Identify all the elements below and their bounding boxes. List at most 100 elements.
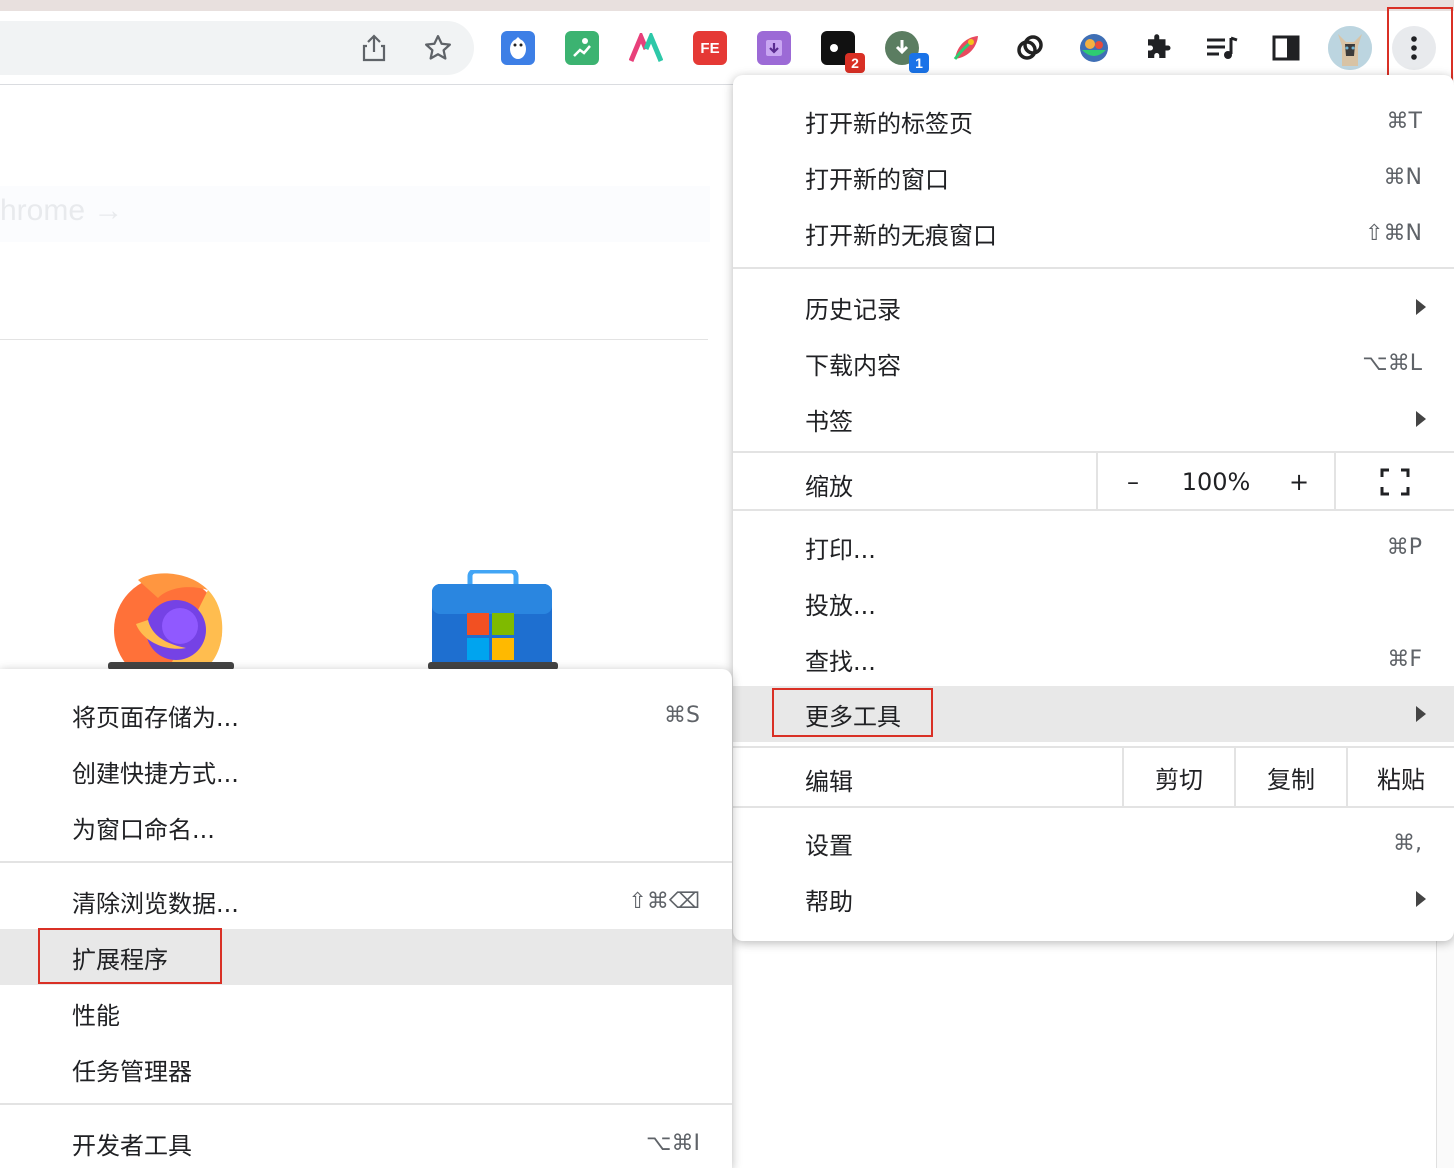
zoom-out-button[interactable]: –: [1098, 453, 1168, 511]
menu-item-new-window[interactable]: 打开新的窗口 ⌘N: [733, 149, 1454, 205]
menu-item-help[interactable]: 帮助: [733, 871, 1454, 927]
fe-extension-label: FE: [700, 39, 720, 57]
menu-separator: [733, 267, 1454, 269]
menu-item-label: 打开新的标签页: [805, 109, 973, 138]
page-divider: [0, 339, 708, 340]
menu-separator: [733, 509, 1454, 511]
menu-item-label: 开发者工具: [72, 1131, 192, 1160]
menu-item-settings[interactable]: 设置 ⌘,: [733, 815, 1454, 871]
penguin-extension-icon[interactable]: [501, 31, 535, 65]
zoom-in-label: +: [1288, 468, 1310, 496]
menu-item-shortcut: ⇧⌘N: [1365, 220, 1422, 246]
menu-item-shortcut: ⌥⌘L: [1362, 350, 1422, 376]
menu-item-clear-browsing-data[interactable]: 清除浏览数据... ⇧⌘⌫: [0, 873, 732, 929]
menu-zoom-row: 缩放 – 100% +: [733, 453, 1454, 511]
submenu-arrow-icon: [1416, 706, 1426, 722]
side-panel-icon[interactable]: [1266, 28, 1306, 68]
menu-item-label: 清除浏览数据...: [72, 889, 239, 918]
zoom-level: 100%: [1168, 453, 1264, 511]
extensions-highlight: [38, 928, 222, 984]
more-tools-submenu: 将页面存储为... ⌘S 创建快捷方式... 为窗口命名... 清除浏览数据..…: [0, 669, 732, 1168]
share-icon[interactable]: [354, 28, 394, 68]
paste-label: 粘贴: [1377, 765, 1425, 794]
profile-avatar[interactable]: [1328, 26, 1372, 70]
cut-button[interactable]: 剪切: [1124, 748, 1234, 806]
submenu-arrow-icon: [1416, 891, 1426, 907]
menu-item-history[interactable]: 历史记录: [733, 279, 1454, 335]
edit-label: 编辑: [805, 768, 853, 796]
chrome-main-menu: 打开新的标签页 ⌘T 打开新的窗口 ⌘N 打开新的无痕窗口 ⇧⌘N 历史记录 下…: [733, 75, 1454, 941]
menu-separator: [0, 1103, 732, 1105]
menu-item-task-manager[interactable]: 任务管理器: [0, 1041, 732, 1097]
media-queue-icon[interactable]: [1202, 28, 1242, 68]
menu-item-label: 查找...: [805, 647, 876, 676]
colorful-leaf-extension-icon[interactable]: [949, 31, 983, 65]
green-download-extension-icon[interactable]: 1: [885, 31, 929, 73]
copy-button[interactable]: 复制: [1236, 748, 1346, 806]
menu-item-developer-tools[interactable]: 开发者工具 ⌥⌘I: [0, 1115, 732, 1168]
window-top-strip: [0, 0, 1454, 11]
menu-item-label: 打印...: [805, 535, 876, 564]
fullscreen-icon[interactable]: [1336, 453, 1454, 511]
firefox-app-icon[interactable]: [108, 570, 234, 684]
menu-item-shortcut: ⌘T: [1386, 108, 1422, 134]
menu-item-find[interactable]: 查找... ⌘F: [733, 631, 1454, 687]
menu-item-shortcut: ⌘F: [1387, 646, 1422, 672]
menu-item-performance[interactable]: 性能: [0, 985, 732, 1041]
menu-item-shortcut: ⌘S: [664, 702, 700, 728]
menu-item-label: 书签: [805, 407, 853, 436]
menu-item-downloads[interactable]: 下载内容 ⌥⌘L: [733, 335, 1454, 391]
puzzle-icon[interactable]: [1138, 28, 1178, 68]
menu-item-label: 打开新的无痕窗口: [805, 221, 997, 250]
address-bar[interactable]: [0, 21, 474, 75]
menu-item-new-incognito-window[interactable]: 打开新的无痕窗口 ⇧⌘N: [733, 205, 1454, 261]
menu-item-save-page[interactable]: 将页面存储为... ⌘S: [0, 687, 732, 743]
submenu-arrow-icon: [1416, 299, 1426, 315]
bowl-extension-icon[interactable]: [1077, 31, 1111, 65]
menu-item-shortcut: ⇧⌘⌫: [628, 888, 700, 914]
menu-item-label: 性能: [72, 1001, 120, 1030]
menu-item-bookmarks[interactable]: 书签: [733, 391, 1454, 447]
more-tools-highlight: [772, 688, 933, 737]
menu-item-label: 创建快捷方式...: [72, 759, 239, 788]
menu-item-cast[interactable]: 投放...: [733, 575, 1454, 631]
notification-badge: 1: [909, 53, 929, 73]
menu-item-label: 打开新的窗口: [805, 165, 949, 194]
m-logo-extension-icon[interactable]: [629, 31, 663, 65]
star-icon[interactable]: [418, 28, 458, 68]
menu-item-label: 为窗口命名...: [72, 815, 215, 844]
menu-item-new-tab[interactable]: 打开新的标签页 ⌘T: [733, 93, 1454, 149]
menu-item-label: 下载内容: [805, 351, 901, 380]
browser-toolbar: FE 2 1: [0, 11, 1454, 85]
menu-item-label: 历史记录: [805, 295, 901, 324]
submenu-arrow-icon: [1416, 411, 1426, 427]
menu-separator: [733, 806, 1454, 808]
menu-item-shortcut: ⌘P: [1386, 534, 1422, 560]
microsoft-store-app-icon[interactable]: [428, 568, 558, 674]
fe-extension-icon[interactable]: FE: [693, 31, 727, 65]
menu-item-shortcut: ⌘,: [1393, 830, 1422, 856]
copy-label: 复制: [1267, 765, 1315, 794]
menu-separator: [0, 861, 732, 863]
green-skater-extension-icon[interactable]: [565, 31, 599, 65]
menu-edit-row: 编辑 剪切 复制 粘贴: [733, 748, 1454, 806]
page-faded-text: hrome →: [0, 194, 124, 227]
menu-item-print[interactable]: 打印... ⌘P: [733, 519, 1454, 575]
menu-item-shortcut: ⌥⌘I: [646, 1130, 700, 1156]
menu-item-create-shortcut[interactable]: 创建快捷方式...: [0, 743, 732, 799]
black-game-extension-icon[interactable]: 2: [821, 31, 865, 73]
link-extension-icon[interactable]: [1013, 31, 1047, 65]
zoom-in-button[interactable]: +: [1264, 453, 1334, 511]
paste-button[interactable]: 粘贴: [1348, 748, 1454, 806]
menu-item-shortcut: ⌘N: [1383, 164, 1422, 190]
notification-badge: 2: [845, 53, 865, 73]
purple-download-extension-icon[interactable]: [757, 31, 791, 65]
menu-item-label: 将页面存储为...: [72, 703, 239, 732]
menu-item-label: 设置: [805, 831, 853, 860]
zoom-label: 缩放: [805, 473, 853, 501]
menu-item-name-window[interactable]: 为窗口命名...: [0, 799, 732, 855]
menu-item-label: 投放...: [805, 591, 876, 620]
cut-label: 剪切: [1155, 765, 1203, 794]
menu-item-label: 帮助: [805, 887, 853, 916]
zoom-out-label: –: [1127, 468, 1139, 496]
